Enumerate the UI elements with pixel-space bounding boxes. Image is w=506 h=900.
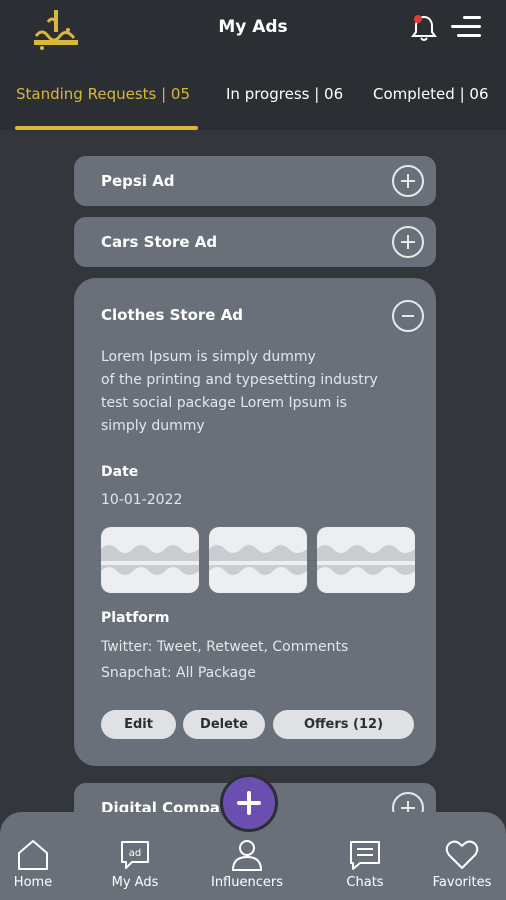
- chat-icon: [350, 841, 380, 870]
- delete-button[interactable]: Delete: [183, 710, 265, 739]
- edit-button[interactable]: Edit: [101, 710, 176, 739]
- heart-icon: [445, 840, 479, 869]
- offers-button[interactable]: Offers (12): [273, 710, 414, 739]
- active-tab-indicator: [15, 126, 198, 130]
- image-placeholder-icon: [317, 541, 415, 581]
- ad-card-cars-store[interactable]: Cars Store Ad: [74, 217, 436, 267]
- menu-icon[interactable]: [449, 13, 481, 41]
- image-placeholder[interactable]: [101, 527, 199, 593]
- image-placeholder-icon: [209, 541, 307, 581]
- ad-title: Pepsi Ad: [101, 172, 175, 190]
- date-value: 10-01-2022: [101, 492, 183, 508]
- description-line: test social package Lorem Ipsum is: [101, 395, 347, 411]
- notification-bell-icon[interactable]: [410, 12, 438, 42]
- user-icon: [231, 840, 263, 871]
- ad-card-pepsi[interactable]: Pepsi Ad: [74, 156, 436, 206]
- home-icon: [18, 840, 48, 870]
- ad-title: Clothes Store Ad: [101, 306, 244, 324]
- image-placeholder-icon: [101, 541, 199, 581]
- tab-standing-requests[interactable]: Standing Requests | 05: [16, 85, 190, 103]
- collapse-icon[interactable]: [392, 300, 424, 332]
- tab-completed[interactable]: Completed | 06: [373, 85, 489, 103]
- nav-label: Chats: [346, 875, 384, 890]
- ad-title: Cars Store Ad: [101, 233, 218, 251]
- tab-bar: Standing Requests | 05 In progress | 06 …: [0, 58, 506, 130]
- expand-icon[interactable]: [392, 165, 424, 197]
- ad-description: Lorem Ipsum is simply dummy of the print…: [101, 346, 421, 438]
- svg-text:ad: ad: [129, 848, 141, 859]
- date-label: Date: [101, 464, 139, 480]
- nav-chats[interactable]: Chats: [320, 812, 410, 900]
- description-line: simply dummy: [101, 418, 205, 434]
- image-placeholder[interactable]: [209, 527, 307, 593]
- nav-label: Favorites: [432, 875, 492, 890]
- expand-icon[interactable]: [392, 226, 424, 258]
- tab-in-progress[interactable]: In progress | 06: [226, 85, 343, 103]
- nav-my-ads[interactable]: ad My Ads: [90, 812, 180, 900]
- platform-label: Platform: [101, 610, 170, 626]
- nav-label: Home: [13, 875, 53, 890]
- description-line: of the printing and typesetting industry: [101, 372, 378, 388]
- description-line: Lorem Ipsum is simply dummy: [101, 349, 316, 365]
- top-bar: My Ads: [0, 0, 506, 58]
- nav-label: Influencers: [210, 875, 283, 890]
- ads-icon: ad: [121, 841, 149, 869]
- ad-card-clothes-store: Clothes Store Ad Lorem Ipsum is simply d…: [74, 278, 436, 766]
- platform-snapchat: Snapchat: All Package: [101, 665, 256, 681]
- image-placeholder[interactable]: [317, 527, 415, 593]
- nav-favorites[interactable]: Favorites: [417, 812, 506, 900]
- add-ad-button[interactable]: [220, 774, 278, 832]
- nav-home[interactable]: Home: [0, 812, 78, 900]
- platform-twitter: Twitter: Tweet, Retweet, Comments: [101, 639, 349, 655]
- nav-label: My Ads: [111, 875, 159, 890]
